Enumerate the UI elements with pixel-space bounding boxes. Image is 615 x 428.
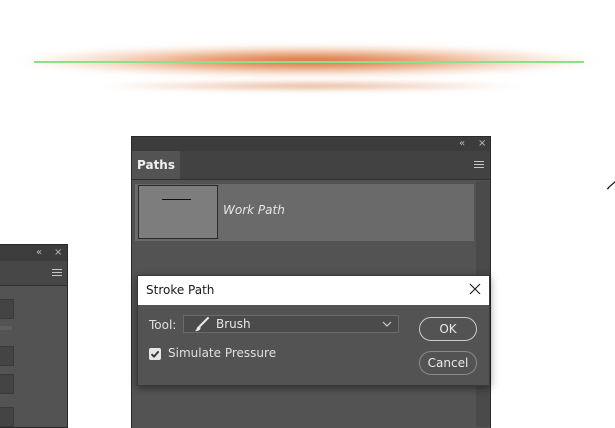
glow-shadow <box>95 80 525 92</box>
tab-paths[interactable]: Paths <box>132 151 180 179</box>
dialog-title: Stroke Path <box>146 283 215 297</box>
left-panel-tabrow <box>0 261 67 286</box>
brush-icon <box>195 317 209 332</box>
left-panel-slot[interactable] <box>0 346 14 366</box>
menu-icon[interactable] <box>52 269 62 277</box>
close-icon[interactable]: × <box>54 248 62 258</box>
close-icon[interactable] <box>468 282 482 296</box>
tool-label: Tool: <box>149 318 177 332</box>
pen-cursor-icon <box>606 181 615 190</box>
paths-panel-tabrow: Paths <box>132 151 490 180</box>
left-panel-slot[interactable] <box>0 374 14 394</box>
left-panel-header: « × <box>0 245 67 261</box>
checkmark-icon <box>150 350 160 358</box>
simulate-pressure-label[interactable]: Simulate Pressure <box>168 346 276 360</box>
ok-button[interactable]: OK <box>419 317 477 341</box>
stroke-path-dialog: Stroke Path Tool: Brush Simulate Pressur… <box>137 275 490 386</box>
path-thumbnail-stroke <box>162 199 191 200</box>
tool-dropdown[interactable]: Brush <box>183 315 399 333</box>
left-collapsed-panel: « × <box>0 244 68 428</box>
simulate-pressure-checkbox[interactable] <box>149 348 161 360</box>
work-path-line[interactable] <box>34 61 584 63</box>
path-thumbnail <box>138 185 218 239</box>
collapse-icon[interactable]: « <box>36 248 42 258</box>
left-panel-slot[interactable] <box>0 299 14 319</box>
left-panel-slot[interactable] <box>0 407 14 427</box>
cancel-button[interactable]: Cancel <box>419 351 477 375</box>
panel-menu-icon[interactable] <box>474 161 484 169</box>
left-panel-divider <box>0 326 12 330</box>
tool-dropdown-value: Brush <box>216 317 251 331</box>
collapse-icon[interactable]: « <box>459 139 465 149</box>
paths-panel-header: « × <box>132 137 490 151</box>
dialog-titlebar[interactable]: Stroke Path <box>138 276 489 305</box>
chevron-down-icon <box>382 321 392 327</box>
path-row-work-path[interactable]: Work Path <box>135 184 474 241</box>
close-icon[interactable]: × <box>478 139 486 149</box>
path-name[interactable]: Work Path <box>223 203 285 217</box>
